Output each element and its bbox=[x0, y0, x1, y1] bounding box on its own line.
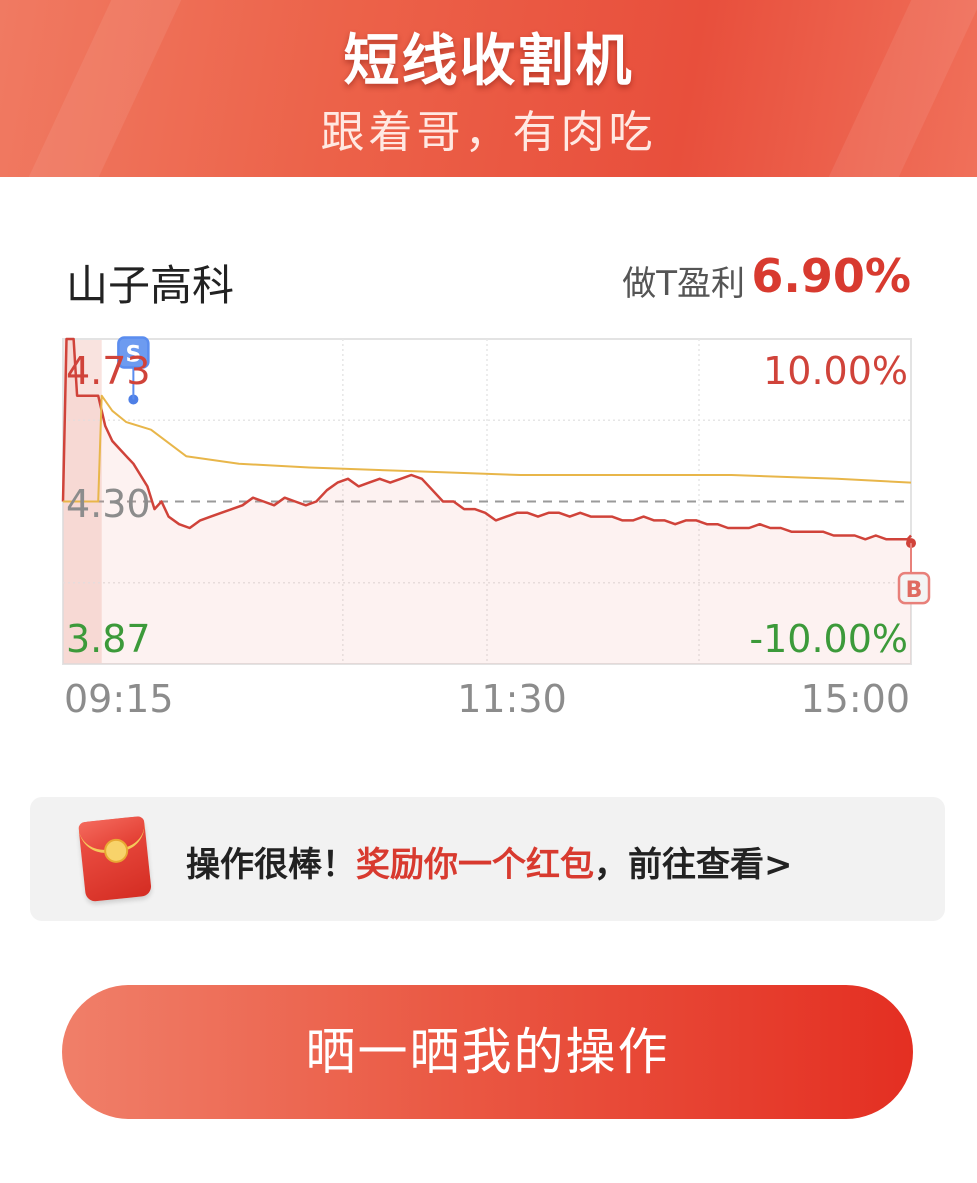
reward-prefix: 操作很棒！ bbox=[186, 845, 356, 885]
y-label-high: 4.73 bbox=[66, 349, 151, 393]
reward-link[interactable]: ，前往查看> bbox=[594, 845, 793, 885]
x-label-close: 15:00 bbox=[800, 677, 910, 721]
reward-highlight: 奖励你一个红包 bbox=[356, 845, 594, 885]
y-label-low: 3.87 bbox=[66, 617, 151, 661]
x-label-midday: 11:30 bbox=[457, 677, 567, 721]
buy-marker-label: B bbox=[906, 578, 923, 603]
pct-label-high: 10.00% bbox=[763, 349, 908, 393]
y-label-prev-close: 4.30 bbox=[66, 482, 151, 526]
reward-banner[interactable]: 操作很棒！奖励你一个红包，前往查看> bbox=[30, 797, 945, 921]
pct-label-low: -10.00% bbox=[749, 617, 908, 661]
share-operation-button[interactable]: 晒一晒我的操作 bbox=[62, 985, 913, 1119]
red-envelope-icon bbox=[77, 815, 153, 903]
reward-text[interactable]: 操作很棒！奖励你一个红包，前往查看> bbox=[186, 837, 793, 886]
intraday-chart: SB 4.73 4.30 3.87 10.00% -10.00% 09:15 1… bbox=[61, 336, 931, 721]
x-label-open: 09:15 bbox=[64, 677, 174, 721]
